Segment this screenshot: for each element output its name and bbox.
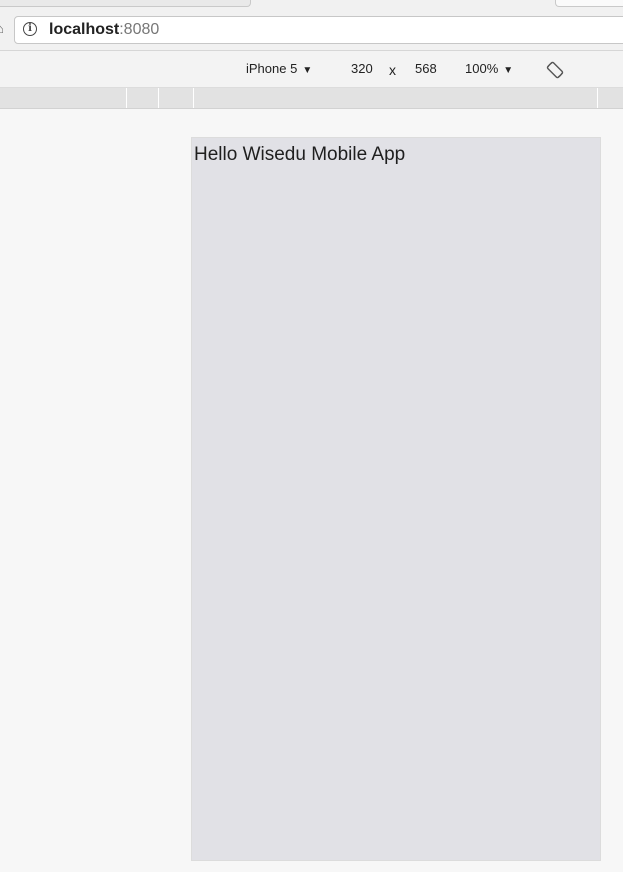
ruler-divider <box>597 88 598 108</box>
ruler-divider <box>126 88 127 108</box>
tab-strip-right[interactable] <box>555 0 623 7</box>
width-input[interactable]: 320 <box>351 61 373 77</box>
dimension-separator: x <box>389 62 396 78</box>
device-name: iPhone 5 <box>246 61 298 76</box>
rotate-icon[interactable] <box>546 61 564 79</box>
url-host: localhost <box>49 21 120 38</box>
caret-down-icon: ▼ <box>302 65 313 76</box>
tab-strip-left[interactable] <box>0 0 251 7</box>
emulation-viewport: Hello Wisedu Mobile App <box>0 109 623 872</box>
address-bar[interactable]: i localhost:8080 <box>14 16 623 44</box>
ruler-divider <box>193 88 194 108</box>
url-text[interactable]: localhost:8080 <box>49 21 159 39</box>
media-query-bar[interactable] <box>0 88 623 109</box>
ruler-divider <box>158 88 159 108</box>
zoom-select[interactable]: 100% ▼ <box>465 61 513 79</box>
device-select[interactable]: iPhone 5 ▼ <box>246 61 312 79</box>
zoom-value: 100% <box>465 61 499 76</box>
page-body-text: Hello Wisedu Mobile App <box>194 144 406 165</box>
url-port: :8080 <box>119 21 160 38</box>
caret-down-icon: ▼ <box>503 65 514 76</box>
device-toolbar: iPhone 5 ▼ 320 x 568 100% ▼ <box>0 51 623 88</box>
browser-toolbar: ⌂ i localhost:8080 <box>0 0 623 51</box>
device-screen[interactable]: Hello Wisedu Mobile App <box>191 137 601 861</box>
height-input[interactable]: 568 <box>415 61 437 77</box>
home-icon[interactable]: ⌂ <box>0 22 8 36</box>
info-icon[interactable]: i <box>23 22 37 36</box>
